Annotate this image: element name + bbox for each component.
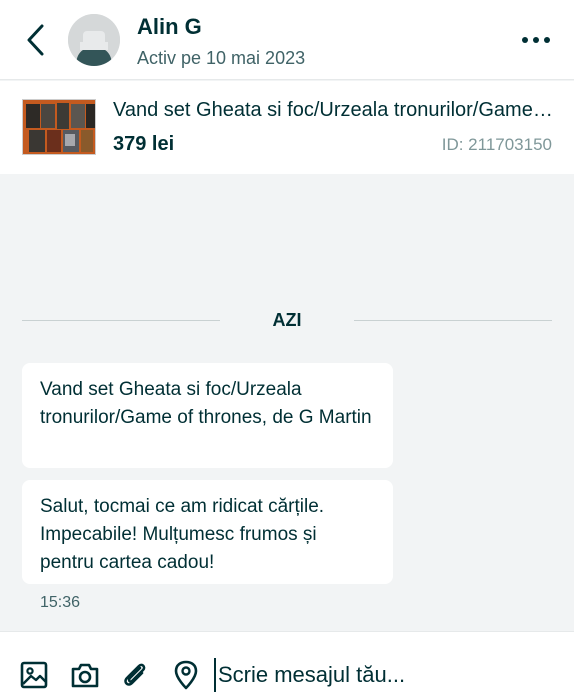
- attach-image-button[interactable]: [19, 660, 49, 690]
- share-location-button[interactable]: [171, 660, 201, 690]
- image-icon: [20, 661, 48, 689]
- listing-id: ID: 211703150: [441, 135, 552, 154]
- camera-icon: [71, 663, 99, 688]
- message-bubble[interactable]: Salut, tocmai ce am ridicat cărțile. Imp…: [22, 480, 393, 584]
- paperclip-icon: [124, 663, 146, 686]
- chevron-left-icon: [27, 24, 44, 56]
- back-button[interactable]: [18, 22, 52, 58]
- avatar[interactable]: [68, 14, 120, 66]
- listing-card[interactable]: Vand set Gheata si foc/Urzeala tronurilo…: [0, 81, 574, 174]
- activity-status: Activ pe 10 mai 2023: [137, 48, 306, 68]
- message-input[interactable]: [214, 658, 564, 692]
- attach-file-button[interactable]: [120, 660, 150, 690]
- message-timestamp: 15:36: [40, 594, 81, 611]
- contact-name[interactable]: Alin G: [137, 14, 202, 40]
- location-pin-icon: [174, 660, 198, 690]
- message-bubble[interactable]: Vand set Gheata si foc/Urzeala tronurilo…: [22, 363, 393, 468]
- listing-thumbnail: [22, 99, 96, 155]
- message-composer: [0, 631, 574, 700]
- book-set-image: [23, 100, 95, 154]
- camera-button[interactable]: [70, 660, 100, 690]
- listing-title: Vand set Gheata si foc/Urzeala tronurilo…: [113, 99, 553, 121]
- chat-header: Alin G Activ pe 10 mai 2023: [0, 0, 574, 80]
- more-options-button[interactable]: [514, 26, 558, 54]
- user-avatar-icon: [68, 14, 120, 66]
- date-divider-right: [354, 320, 552, 321]
- listing-price: 379 lei: [113, 133, 175, 155]
- more-horizontal-icon: [522, 37, 550, 43]
